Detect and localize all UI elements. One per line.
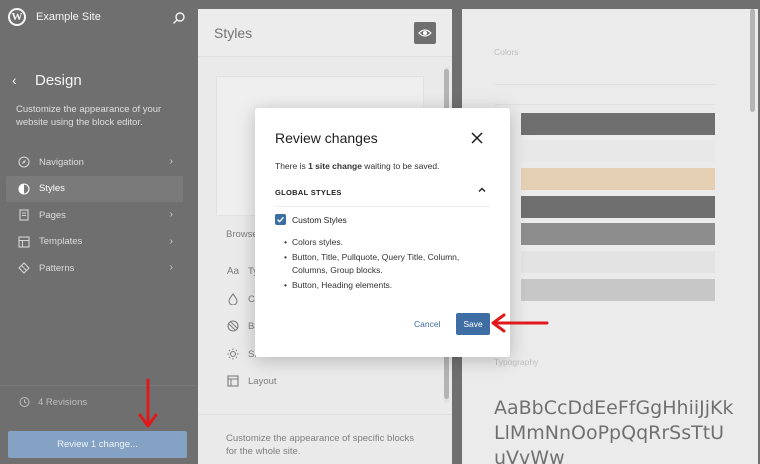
annotation-arrow-down-icon <box>138 378 158 428</box>
changes-list: Colors styles. Button, Title, Pullquote,… <box>284 236 484 294</box>
info-prefix: There is <box>275 161 309 171</box>
change-count-text: There is 1 site change waiting to be sav… <box>275 161 439 171</box>
list-item: Button, Heading elements. <box>284 279 484 292</box>
save-button[interactable]: Save <box>456 313 490 335</box>
divider <box>275 206 490 207</box>
custom-styles-checkbox[interactable] <box>275 214 286 225</box>
cancel-button[interactable]: Cancel <box>414 319 440 329</box>
list-item: Button, Title, Pullquote, Query Title, C… <box>284 251 484 277</box>
review-changes-dialog: Review changes There is 1 site change wa… <box>255 108 510 357</box>
close-icon[interactable] <box>469 130 485 146</box>
chevron-up-icon[interactable] <box>477 185 487 195</box>
list-item: Colors styles. <box>284 236 484 249</box>
annotation-arrow-left-icon <box>491 313 549 333</box>
custom-styles-label[interactable]: Custom Styles <box>292 215 347 225</box>
info-suffix: waiting to be saved. <box>361 161 440 171</box>
dialog-title: Review changes <box>275 130 378 146</box>
global-styles-section-toggle[interactable]: GLOBAL STYLES <box>275 188 342 197</box>
change-count: 1 site change <box>308 161 362 171</box>
check-icon <box>277 216 285 223</box>
